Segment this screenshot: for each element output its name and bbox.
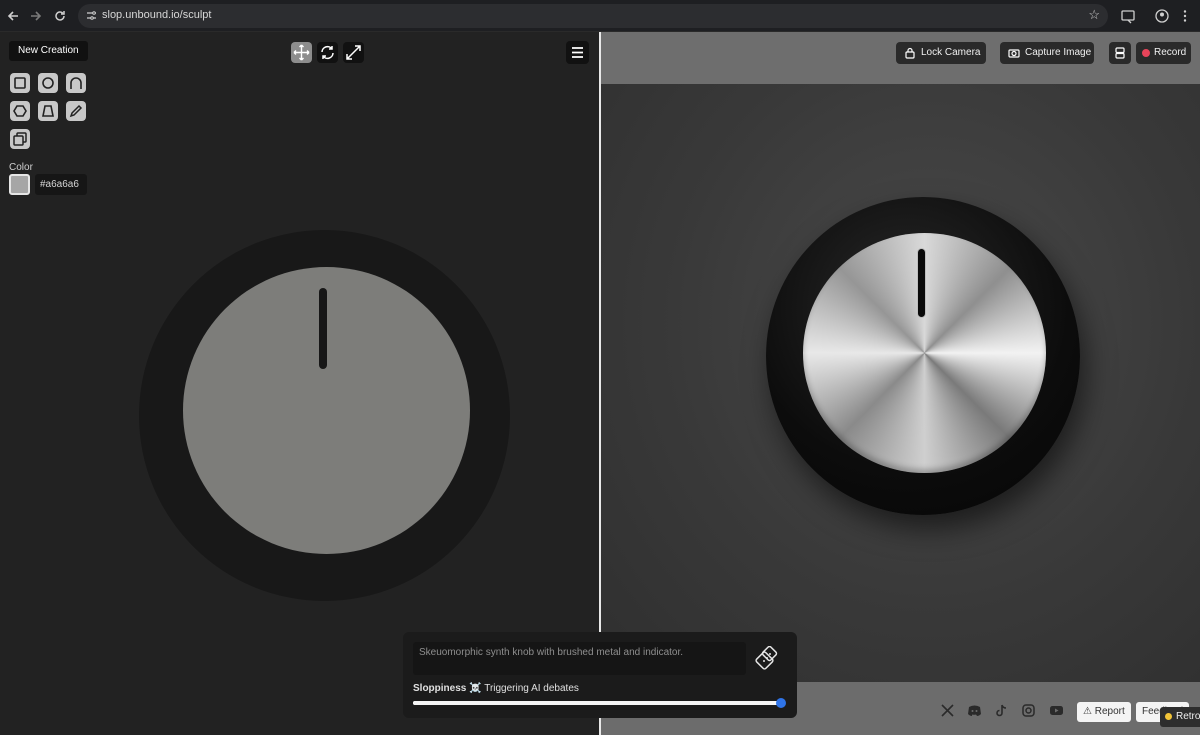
discord-icon[interactable] [967,703,982,718]
forward-icon[interactable] [27,7,45,25]
url-text: slop.unbound.io/sculpt [102,9,212,21]
youtube-icon[interactable] [1049,703,1064,718]
box-icon [14,77,26,89]
duplicate-tool[interactable] [10,129,30,149]
capture-image-button[interactable]: Capture Image [1000,42,1094,64]
sloppiness-status: Triggering AI debates [484,683,579,694]
color-hex-input[interactable]: #a6a6a6 [35,174,87,195]
tiktok-icon[interactable] [994,703,1009,718]
color-swatch[interactable] [9,174,30,195]
new-creation-button[interactable]: New Creation [9,41,88,61]
render-toolbar: Lock Camera Capture Image Record [601,32,1200,84]
site-settings-icon[interactable] [86,10,97,21]
layout-toggle-button[interactable] [1109,42,1131,64]
record-dot-icon [1142,49,1150,57]
trapezoid-icon [42,105,54,117]
instagram-icon[interactable] [1021,703,1036,718]
prompt-input[interactable]: Skeuomorphic synth knob with brushed met… [413,642,746,675]
hamburger-icon [572,47,583,58]
pencil-tool[interactable] [66,101,86,121]
more-icon[interactable] [1176,7,1194,25]
record-button[interactable]: Record [1136,42,1191,64]
lock-camera-button[interactable]: Lock Camera [896,42,986,64]
expand-icon [346,45,361,60]
sphere-icon [42,77,54,89]
menu-button[interactable] [566,41,589,64]
status-dot-icon [1165,713,1172,720]
sculpt-canvas[interactable]: New Creation Color #a6a6a6 [0,32,600,735]
rotate-icon [321,45,334,60]
arch-icon [70,77,82,89]
camera-icon [1008,49,1020,58]
scale-mode-button[interactable] [343,42,364,63]
move-mode-button[interactable] [291,42,312,63]
move-icon [293,44,310,61]
browser-toolbar: slop.unbound.io/sculpt ☆ [0,0,1200,32]
trapezoid-tool[interactable] [38,101,58,121]
rendered-knob-indicator [917,248,926,318]
sloppiness-slider[interactable] [413,698,786,708]
arch-tool[interactable] [66,73,86,93]
pencil-icon [69,104,83,118]
sloppiness-slider-thumb[interactable] [776,698,786,708]
back-icon[interactable] [4,7,22,25]
address-bar[interactable]: slop.unbound.io/sculpt ☆ [78,4,1108,28]
box-tool[interactable] [10,73,30,93]
duplicate-icon [13,132,27,146]
dice-icon[interactable] [755,646,779,670]
sculpt-knob-indicator[interactable] [319,288,327,369]
lock-icon [905,47,915,59]
sphere-tool[interactable] [38,73,58,93]
prompt-panel: Skeuomorphic synth knob with brushed met… [403,632,797,718]
render-pane: Lock Camera Capture Image Record ⚠ Repor… [601,32,1200,735]
profile-icon[interactable] [1153,7,1171,25]
split-view-icon [1115,47,1125,59]
hexagon-tool[interactable] [10,101,30,121]
tab-search-icon[interactable] [1119,7,1137,25]
rotate-mode-button[interactable] [317,42,338,63]
hexagon-icon [13,105,27,117]
sloppiness-emoji: ☠️ [469,683,482,694]
rendered-image [601,84,1200,682]
sloppiness-slider-fill [413,701,781,705]
color-label: Color [9,162,33,173]
x-icon[interactable] [940,703,955,718]
reload-icon[interactable] [51,7,69,25]
report-button[interactable]: ⚠ Report [1077,702,1131,722]
sloppiness-label: Sloppiness ☠️ Triggering AI debates [413,683,579,694]
retro-badge[interactable]: Retro [1160,707,1200,727]
bookmark-star-icon[interactable]: ☆ [1088,7,1100,23]
